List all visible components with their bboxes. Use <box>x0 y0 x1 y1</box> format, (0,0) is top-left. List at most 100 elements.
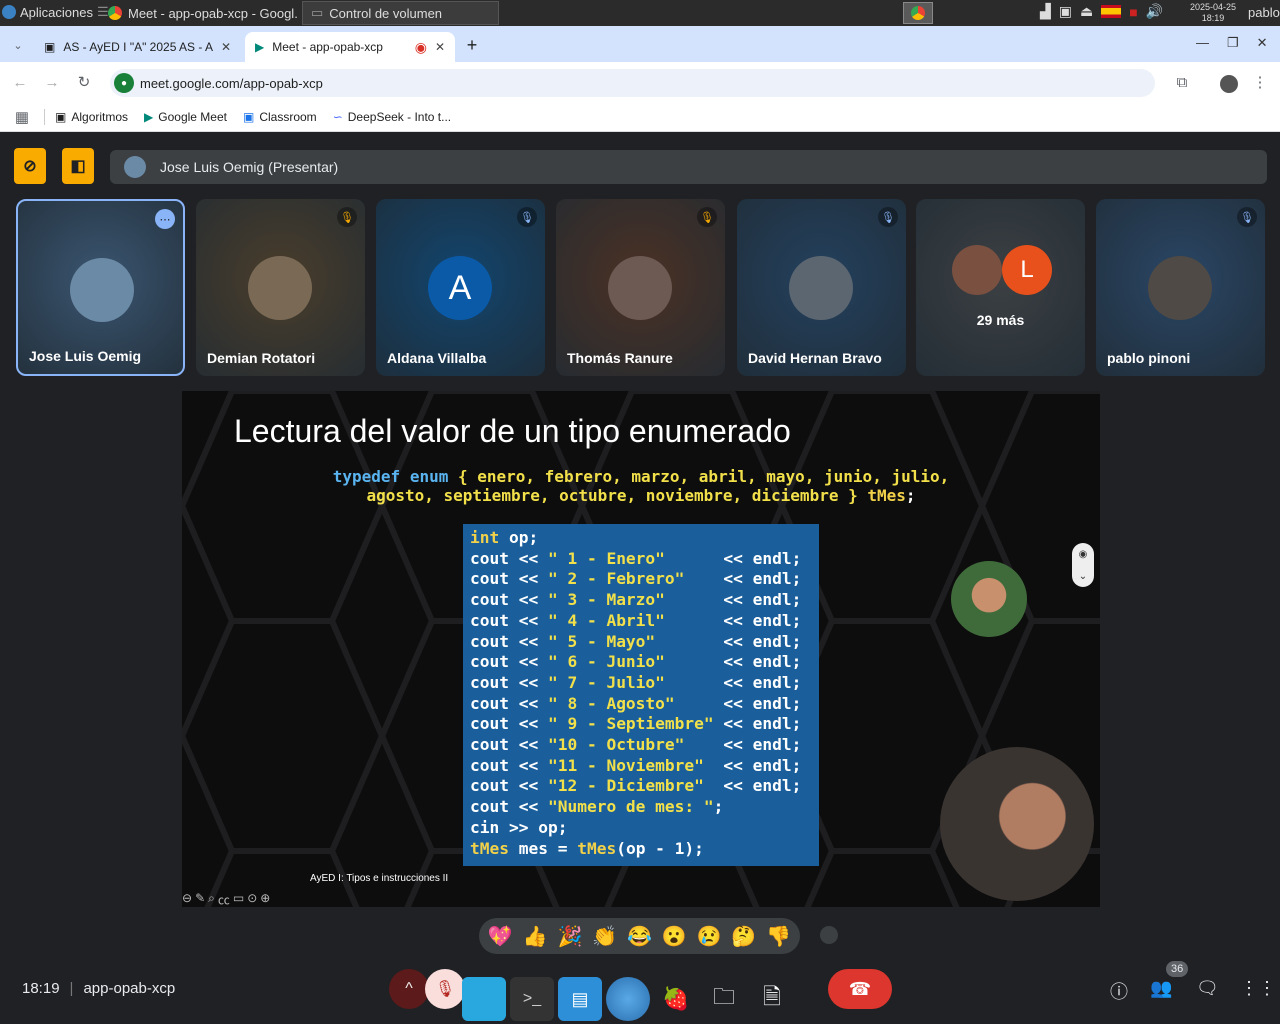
bookmark-google-meet[interactable]: ▶ Google Meet <box>144 110 227 124</box>
document-icon[interactable]: 🗎 <box>750 977 794 1021</box>
reaction-button[interactable]: 😮 <box>662 924 687 949</box>
participant-tile[interactable]: L 29 más <box>916 199 1085 376</box>
code-text: cout << <box>470 672 548 692</box>
reaction-button[interactable]: 👍 <box>523 924 548 949</box>
speaker-bubble-large <box>940 747 1094 901</box>
minimize-icon[interactable]: — <box>1196 35 1209 51</box>
keyboard-layout-flag-icon[interactable] <box>1101 5 1122 18</box>
participant-tile[interactable]: Thomás Ranure 🎙 <box>556 199 725 376</box>
reload-icon[interactable]: ↻ <box>72 70 96 94</box>
captions-icon[interactable]: ㏄ <box>218 891 230 907</box>
clock-time: 18:19 <box>1201 13 1225 23</box>
profile-avatar[interactable] <box>1220 75 1238 93</box>
close-tab-icon[interactable]: ✕ <box>221 40 231 54</box>
user-menu[interactable]: pablo <box>1248 5 1280 20</box>
network-icon[interactable]: ▟ <box>1040 3 1051 20</box>
code-line-menu: cout << " 6 - Junio" << endl; <box>470 652 819 673</box>
close-window-icon[interactable]: ✕ <box>1257 35 1268 51</box>
leave-call-icon[interactable]: ☎ <box>828 969 892 1009</box>
taskbar-meet-window[interactable]: Meet - app-opab-xcp - Googl... <box>100 1 298 25</box>
desktop-icon[interactable] <box>462 977 506 1021</box>
new-tab-icon[interactable]: + <box>460 33 484 57</box>
reaction-button[interactable]: 👏 <box>592 924 617 949</box>
tab-meet[interactable]: ▶ Meet - app-opab-xcp ◉ ✕ <box>245 32 455 62</box>
slide-footer: AyED I: Tipos e instrucciones II <box>310 873 449 884</box>
apps-grid-icon[interactable]: ▦ <box>10 105 34 129</box>
code-line-menu: cout << "10 - Octubre" << endl; <box>470 735 819 756</box>
browser-globe-icon[interactable] <box>606 977 650 1021</box>
code-type: tMes <box>470 838 509 858</box>
code-line-menu: cout << " 8 - Agosto" << endl; <box>470 694 819 715</box>
bookmark-algoritmos[interactable]: ▣ Algoritmos <box>55 110 128 124</box>
mic-off-icon: 🎙 <box>517 207 537 227</box>
mic-off-icon[interactable]: 🎙 <box>425 969 465 1009</box>
os-top-panel: Aplicaciones ☰ Meet - app-opab-xcp - Goo… <box>0 0 1280 26</box>
bookmark-classroom[interactable]: ▣ Classroom <box>243 110 317 124</box>
meeting-details-icon[interactable]: ⓘ <box>1110 978 1128 1004</box>
address-bar[interactable]: ● meet.google.com/app-opab-xcp <box>110 69 1155 97</box>
clock[interactable]: 2025-04-25 18:19 <box>1190 2 1236 24</box>
chrome-tray-icon[interactable] <box>903 2 933 24</box>
people-icon[interactable]: 👥 <box>1150 978 1172 999</box>
reaction-button[interactable]: 💖 <box>488 924 513 949</box>
recording-icon: ◉ <box>414 38 427 55</box>
next-slide-icon[interactable]: ⊕ <box>260 891 270 907</box>
chrome-menu-icon[interactable]: ⋮ <box>1248 70 1272 94</box>
tab-search-icon[interactable]: ⌄ <box>6 33 30 57</box>
reaction-button[interactable]: 👎 <box>766 924 791 949</box>
tab-label: AS - AyED I "A" 2025 AS - Al <box>63 40 213 54</box>
taskbar-volume-window[interactable]: ▭ Control de volumen <box>302 1 499 25</box>
eject-icon[interactable]: ⏏ <box>1080 3 1093 20</box>
bookmark-label: Google Meet <box>158 109 227 124</box>
reaction-button[interactable]: 😢 <box>697 924 722 949</box>
code-text: << endl; <box>723 755 802 775</box>
strawberry-icon[interactable]: 🍓 <box>654 977 698 1021</box>
reaction-more-icon[interactable] <box>820 926 838 944</box>
close-tab-icon[interactable]: ✕ <box>435 40 445 54</box>
slide-controls: ⊖ ✎ ⌕ ㏄ ▭ ⊙ ⊕ <box>182 891 270 907</box>
participant-tile[interactable]: David Hernan Bravo 🎙 <box>737 199 906 376</box>
avatar <box>70 258 134 322</box>
folder-icon[interactable]: 🗀 <box>702 977 746 1021</box>
video-icon[interactable]: ▭ <box>233 891 244 907</box>
reaction-button[interactable]: 🎉 <box>557 924 582 949</box>
more-icon[interactable]: ⊙ <box>247 891 257 907</box>
save-icon[interactable]: ▣ <box>1059 3 1072 20</box>
reaction-button[interactable]: 🤔 <box>731 924 756 949</box>
mic-permission-icon[interactable]: ● <box>114 73 134 93</box>
file-cabinet-icon[interactable]: ▤ <box>558 977 602 1021</box>
apps-menu[interactable]: Aplicaciones ☰ <box>2 4 109 20</box>
terminal-icon[interactable]: >_ <box>510 977 554 1021</box>
activities-grid-icon[interactable]: ⋮⋮ <box>1240 978 1276 999</box>
participant-tile[interactable]: A Aldana Villalba 🎙 <box>376 199 545 376</box>
pen-icon[interactable]: ✎ <box>195 891 205 907</box>
back-icon[interactable]: ← <box>8 70 32 94</box>
meet-tab-icon: ▶ <box>255 40 265 54</box>
extensions-icon[interactable]: ⧉ <box>1170 70 1194 94</box>
speaker-icon[interactable]: 🔊 <box>1146 3 1163 20</box>
code-string: " 4 - Abril" <box>547 610 724 630</box>
typedef-type: tMes <box>867 486 906 505</box>
record-icon[interactable]: ■ <box>1129 4 1137 20</box>
classroom-icon: ▣ <box>55 109 67 124</box>
participant-tile[interactable]: pablo pinoni 🎙 <box>1096 199 1265 376</box>
participant-tile[interactable]: Jose Luis Oemig ⋯ <box>16 199 185 376</box>
maximize-icon[interactable]: ❐ <box>1227 35 1239 51</box>
tab-classroom[interactable]: ▣ AS - AyED I "A" 2025 AS - Al ✕ <box>34 32 241 62</box>
avatar <box>952 245 1002 295</box>
code-line-cin: cin >> op; <box>470 817 568 837</box>
pip-layout-icon[interactable]: ◧ <box>62 148 94 184</box>
bookmark-deepseek[interactable]: ∽ DeepSeek - Into t... <box>333 110 451 124</box>
prev-slide-icon[interactable]: ⊖ <box>182 891 192 907</box>
chat-icon[interactable]: 🗨 <box>1196 978 1219 999</box>
stop-presenting-icon[interactable]: ⊘ <box>14 148 46 184</box>
forward-icon[interactable]: → <box>40 70 64 94</box>
reaction-button[interactable]: 😂 <box>627 924 652 949</box>
audio-options-icon[interactable]: ^ <box>389 969 429 1009</box>
zoom-icon[interactable]: ⌕ <box>208 891 215 907</box>
more-options-icon[interactable]: ⋯ <box>155 209 175 229</box>
code-text: << endl; <box>723 548 802 568</box>
meet-icon: ▶ <box>144 109 154 124</box>
overlay-toggle[interactable]: ◉ ⌄ <box>1072 543 1094 587</box>
participant-tile[interactable]: Demian Rotatori 🎙 <box>196 199 365 376</box>
